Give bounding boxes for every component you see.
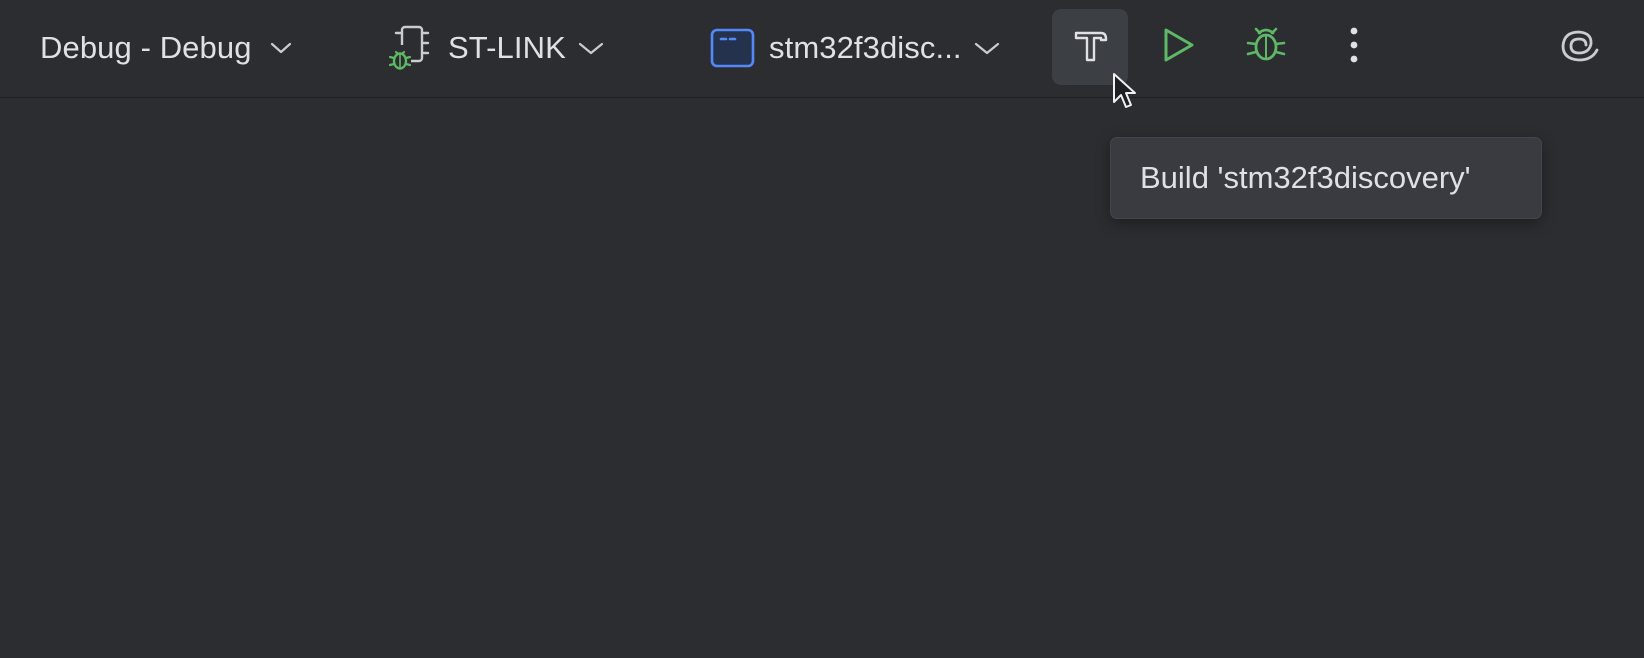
build-config-selector[interactable]: Debug - Debug xyxy=(40,14,292,82)
chevron-down-icon xyxy=(578,41,604,55)
run-target-selector[interactable]: stm32f3disc... xyxy=(710,14,1000,82)
build-button[interactable] xyxy=(1052,9,1128,85)
window-target-icon xyxy=(710,28,755,68)
debug-probe-selector[interactable]: ST-LINK xyxy=(386,14,604,82)
main-toolbar: Debug - Debug ST-LINK stm32f3disc... xyxy=(0,0,1644,98)
chevron-down-icon xyxy=(270,41,292,55)
more-options-button[interactable] xyxy=(1316,9,1392,85)
ai-assistant-button[interactable] xyxy=(1540,9,1616,85)
build-tooltip: Build 'stm32f3discovery' xyxy=(1110,137,1542,219)
tooltip-text: Build 'stm32f3discovery' xyxy=(1140,160,1471,195)
run-target-label: stm32f3disc... xyxy=(769,30,962,65)
run-button[interactable] xyxy=(1140,9,1216,85)
more-vertical-icon xyxy=(1349,26,1359,69)
spiral-icon xyxy=(1556,25,1600,70)
bug-icon xyxy=(1245,24,1287,71)
build-config-label: Debug - Debug xyxy=(40,30,252,65)
chevron-down-icon xyxy=(974,41,1000,55)
debug-probe-label: ST-LINK xyxy=(448,30,566,65)
debug-button[interactable] xyxy=(1228,9,1304,85)
chip-debug-icon xyxy=(386,23,436,73)
hammer-icon xyxy=(1070,25,1110,70)
play-icon xyxy=(1160,26,1196,69)
